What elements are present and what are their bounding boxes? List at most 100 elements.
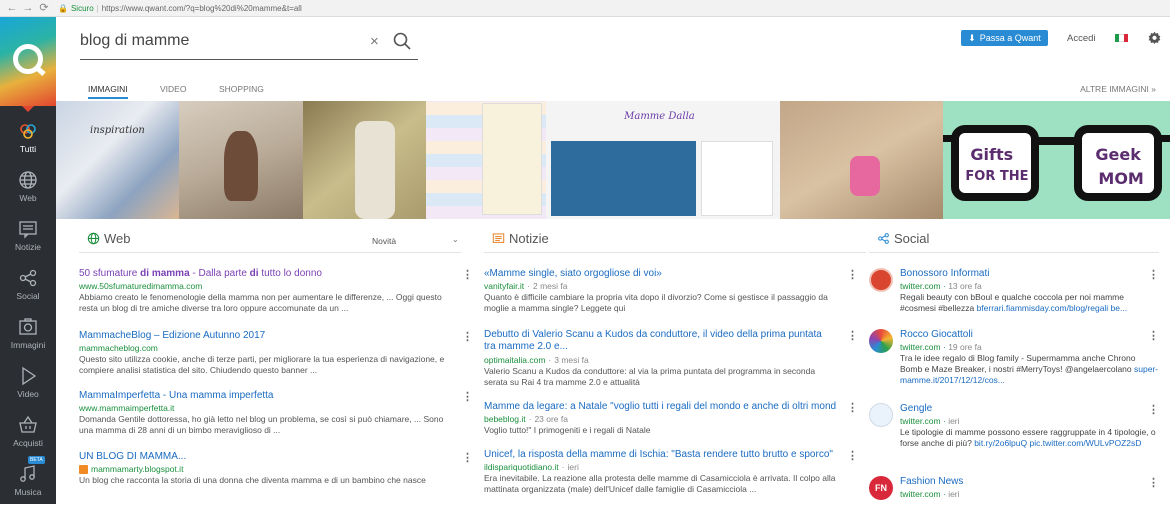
social-item: Gengle twitter.com · ieri Le tipologie d… — [869, 403, 1159, 449]
more-options-icon[interactable]: ⋮ — [1148, 268, 1159, 281]
result-url[interactable]: vanityfair.it · 2 mesi fa — [484, 281, 836, 291]
more-options-icon[interactable]: ⋮ — [847, 329, 858, 342]
post-text: Tra le idee regalo di Blog family - Supe… — [900, 353, 1136, 374]
search-input[interactable] — [80, 32, 360, 50]
chevron-down-icon[interactable]: ⌄ — [452, 235, 459, 244]
post-link[interactable]: bferrari.fiammisday.com/blog/regali be..… — [977, 303, 1128, 313]
more-options-icon[interactable]: ⋮ — [847, 268, 858, 281]
secure-label: Sicuro — [70, 3, 94, 13]
result-title-link[interactable]: MammaImperfetta - Una mamma imperfetta — [79, 390, 449, 401]
more-options-icon[interactable]: ⋮ — [1148, 403, 1159, 416]
url-separator: | — [96, 3, 99, 13]
tab-video[interactable]: VIDEO — [160, 84, 186, 94]
result-title-link[interactable]: «Mamme single, siato orgogliose di voi» — [484, 268, 836, 279]
italy-flag-icon[interactable] — [1115, 34, 1128, 42]
person-shape — [223, 131, 258, 201]
image-thumbnail[interactable]: Gifts FOR THE Geek MOM — [943, 101, 1170, 219]
more-options-icon[interactable]: ⋮ — [1148, 329, 1159, 342]
blog-logo-text: Mamme Dalla — [624, 111, 695, 122]
social-section-heading: Social — [877, 231, 929, 246]
avatar[interactable] — [869, 329, 893, 353]
sidebar-item-acquisti[interactable]: Acquisti — [0, 407, 56, 456]
more-options-icon[interactable]: ⋮ — [462, 390, 473, 403]
result-url[interactable]: ildispariquotidiano.it · ieri — [484, 462, 836, 472]
result-description: Domanda Gentile dottoressa, ho già letto… — [79, 414, 444, 435]
more-options-icon[interactable]: ⋮ — [462, 268, 473, 281]
result-url[interactable]: optimaitalia.com · 3 mesi fa — [484, 355, 836, 365]
more-options-icon[interactable]: ⋮ — [462, 451, 473, 464]
social-source[interactable]: twitter.com · 19 ore fa — [900, 342, 1159, 352]
result-url[interactable]: mammamarty.blogspot.it — [79, 464, 449, 474]
sidebar: Tutti Web Notizie Social Immagini Video … — [0, 17, 56, 504]
social-author-link[interactable]: Rocco Giocattoli — [900, 329, 1159, 340]
avatar[interactable] — [869, 268, 893, 292]
gear-icon[interactable] — [1148, 31, 1161, 44]
sidebar-item-notizie[interactable]: Notizie — [0, 211, 56, 260]
url-text[interactable]: https://www.qwant.com/?q=blog%20di%20mam… — [102, 4, 302, 13]
social-author-link[interactable]: Gengle — [900, 403, 1159, 414]
result-tabs: IMMAGINI VIDEO SHOPPING ALTRE IMMAGINI » — [56, 80, 1170, 99]
more-options-icon[interactable]: ⋮ — [1148, 476, 1159, 489]
url-text: www.mammaimperfetta.it — [79, 403, 175, 413]
sidebar-label: Immagini — [10, 340, 46, 350]
web-divider — [79, 252, 461, 253]
social-author-link[interactable]: Fashion News — [900, 476, 1159, 487]
dot-separator: · — [548, 355, 552, 365]
clear-icon[interactable]: × — [370, 33, 379, 50]
dot-separator: · — [528, 414, 532, 424]
pass-button-label: Passa a Qwant — [979, 33, 1041, 43]
post-link[interactable]: bit.ry/2o6lpuQ pic.twitter.com/WULvPOZ2s… — [974, 438, 1141, 448]
url-text: optimaitalia.com — [484, 355, 546, 365]
image-thumbnail[interactable] — [302, 101, 427, 219]
collage-panel — [482, 103, 543, 215]
result-url[interactable]: mammacheblog.com — [79, 343, 449, 353]
sidebar-item-video[interactable]: Video — [0, 358, 56, 407]
tab-shopping[interactable]: SHOPPING — [219, 84, 264, 94]
social-source[interactable]: twitter.com · ieri — [900, 489, 1159, 499]
login-link[interactable]: Accedi — [1067, 33, 1096, 44]
result-title-link[interactable]: UN BLOG DI MAMMA... — [79, 451, 449, 462]
avatar[interactable] — [869, 403, 893, 427]
sort-dropdown[interactable]: Novità — [372, 236, 396, 246]
image-thumbnail[interactable] — [779, 101, 944, 219]
result-url[interactable]: bebeblog.it · 23 ore fa — [484, 414, 836, 424]
more-options-icon[interactable]: ⋮ — [847, 449, 858, 462]
double-chevron-icon: » — [1151, 84, 1156, 94]
source-text: twitter.com — [900, 416, 941, 426]
more-options-icon[interactable]: ⋮ — [847, 401, 858, 414]
sidebar-item-web[interactable]: Web — [0, 162, 56, 211]
address-bar[interactable]: 🔒 Sicuro | https://www.qwant.com/?q=blog… — [54, 1, 1170, 15]
pass-to-qwant-button[interactable]: ⬇ Passa a Qwant — [961, 30, 1048, 46]
image-thumbnail[interactable]: Mamme Dalla — [546, 101, 780, 219]
sidebar-item-tutti[interactable]: Tutti — [0, 113, 56, 162]
more-options-icon[interactable]: ⋮ — [462, 330, 473, 343]
result-title-link[interactable]: 50 sfumature di mamma - Dalla parte di t… — [79, 268, 449, 279]
web-heading-label: Web — [104, 231, 131, 246]
avatar[interactable]: FN — [869, 476, 893, 500]
social-source[interactable]: twitter.com · 13 ore fa — [900, 281, 1159, 291]
sidebar-item-immagini[interactable]: Immagini — [0, 309, 56, 358]
result-title-link[interactable]: MammacheBlog – Edizione Autunno 2017 — [79, 330, 449, 341]
image-thumbnail[interactable] — [178, 101, 303, 219]
more-images-link[interactable]: ALTRE IMMAGINI » — [1080, 84, 1156, 94]
forward-icon[interactable]: → — [22, 2, 34, 14]
social-author-link[interactable]: Bonossoro Informati — [900, 268, 1159, 279]
image-thumbnail[interactable] — [426, 101, 547, 219]
sidebar-item-social[interactable]: Social — [0, 260, 56, 309]
back-icon[interactable]: ← — [6, 2, 18, 14]
result-title-link[interactable]: Mamme da legare: a Natale "voglio tutti … — [484, 401, 836, 412]
result-url[interactable]: www.50sfumaturedimamma.com — [79, 281, 449, 291]
result-url[interactable]: www.mammaimperfetta.it — [79, 403, 449, 413]
social-source[interactable]: twitter.com · ieri — [900, 416, 1159, 426]
image-thumbnail[interactable]: inspiration — [56, 101, 179, 219]
url-text: mammacheblog.com — [79, 343, 158, 353]
result-title-link[interactable]: Debutto di Valerio Scanu a Kudos da cond… — [484, 329, 836, 353]
tab-immagini[interactable]: IMMAGINI — [88, 84, 128, 99]
title-part: 50 sfumature — [79, 268, 141, 279]
search-icon[interactable] — [392, 31, 412, 51]
social-time: 19 ore fa — [948, 342, 982, 352]
search-bar: × — [80, 30, 418, 60]
qwant-logo[interactable] — [0, 17, 56, 112]
reload-icon[interactable]: ⟳ — [38, 2, 50, 14]
result-title-link[interactable]: Unicef, la risposta della mamme di Ischi… — [484, 449, 836, 460]
